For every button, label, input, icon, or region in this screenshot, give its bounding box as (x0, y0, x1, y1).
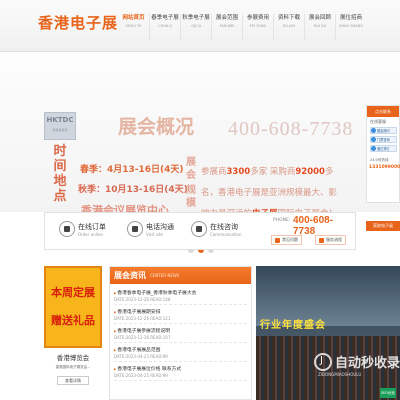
news-header: 展会资讯 CENTER NEWS (110, 267, 251, 284)
news-item: 香港电子展参展流程说明DATE:2023-12-26 READ:107 (114, 324, 247, 343)
nav-item-review[interactable]: 展会回顾 HUI GU (304, 14, 335, 40)
panel-label: 在线客服 (370, 119, 386, 124)
hotline-number: 13310990000 (369, 165, 400, 170)
phone-number: 400-608-7738 (293, 215, 334, 237)
order-icon (59, 221, 75, 237)
faq-button[interactable]: 常见问题 (271, 235, 302, 245)
nav-item-autumn-show[interactable]: 秋季电子展 QIU JI (180, 14, 211, 40)
page: 香港电子展 网站首页 SHOU YE 春季电子展 CHUN JI 秋季电子展 QIU … (0, 0, 400, 400)
promo-more-button[interactable]: 查看详情 (57, 376, 89, 385)
nav-item-spring-show[interactable]: 春季电子展 CHUN JI (149, 14, 180, 40)
qq-chat-button[interactable]: 展会顾问 (370, 127, 397, 134)
nav-item-booth-sales[interactable]: 展位招商 ZHAO SHANG (335, 14, 366, 40)
spring-dates: 春季：4月13-16日(4天) (80, 165, 184, 175)
get-exhibition-button[interactable]: 获取电子展 (366, 221, 400, 231)
hotline-label: 24小时热线 (370, 158, 389, 162)
promo-name: 香港博览会 (56, 354, 90, 362)
promo-line-1: 本周定展 (51, 286, 95, 299)
phone-icon (127, 221, 143, 237)
watermark: 自动秒收录 (314, 352, 400, 371)
phone-label: PHONE: (273, 218, 291, 223)
news-list: 香港春季电子展_香港秋季电子展大会DATE:2023-12-26 READ:14… (110, 284, 251, 383)
exhibition-photo[interactable]: 行业年度盛会 自动秒收录 ZIDONGMIAOSHOULU (256, 266, 400, 400)
phone-contact-link[interactable]: 电话沟通 Visit site (127, 221, 174, 237)
promo-line-2: 赠送礼品 (51, 314, 95, 327)
watermark-subtitle: ZIDONGMIAOSHOULU (318, 372, 362, 377)
nav-item-home[interactable]: 网站首页 SHOU YE (118, 14, 149, 40)
main-nav: 网站首页 SHOU YE 春季电子展 CHUN JI 秋季电子展 QIU JI 展会范… (118, 14, 366, 40)
news-title-en: CENTER NEWS (150, 273, 180, 278)
watermark-logo-icon (314, 352, 332, 371)
panel-header[interactable]: 点击联系 (367, 106, 399, 117)
hktdc-logo: HKTDC 香港贸发局 (44, 112, 76, 140)
banner-phone: 400-608-7738 (228, 118, 354, 140)
chat-icon (191, 221, 207, 237)
qq-icon (371, 137, 376, 142)
faq-icon (275, 237, 280, 243)
time-place-vertical-label: 时间地点 (53, 144, 67, 204)
service-flow-button[interactable]: 服务流程 (315, 235, 346, 245)
qq-chat-button[interactable]: 展位预订 (370, 145, 397, 152)
nav-item-scope[interactable]: 展会范围 FAN WEI (211, 14, 242, 40)
news-panel: 展会资讯 CENTER NEWS 香港春季电子展_香港秋季电子展大会DATE:2… (109, 266, 252, 400)
autumn-dates: 秋季：10月13-16日(4天) (78, 185, 188, 195)
nav-item-fees[interactable]: 参展费用 FEI YONG (242, 14, 273, 40)
news-item: 香港电子展展品范围DATE:2023-04-25 READ:99 (114, 343, 247, 362)
service-icon (319, 237, 324, 243)
qq-icon (371, 146, 376, 151)
news-item: 香港电子展展期安排DATE:2023-12-26 READ:121 (114, 305, 247, 324)
banner-title: 展会概况 (118, 116, 195, 138)
hero-banner[interactable]: HKTDC 香港贸发局 展会概况 400-608-7738 时间地点 春季：4月… (0, 52, 400, 253)
scale-vertical-label-a: 展会 (186, 157, 196, 181)
online-consult-link[interactable]: 在线咨询 Communication (191, 221, 242, 237)
promo-ad[interactable]: 本周定展 赠送礼品 (44, 266, 102, 348)
site-header: 香港电子展 网站首页 SHOU YE 春季电子展 CHUN JI 秋季电子展 QIU … (0, 0, 400, 52)
news-title: 展会资讯 (114, 271, 146, 280)
online-order-link[interactable]: 在线订单 Order online (59, 221, 106, 237)
promo-card: 本周定展 赠送礼品 香港博览会 香港国际电子展览会... 查看详情 (44, 266, 102, 400)
promo-description: 香港国际电子展览会... (55, 365, 91, 369)
scale-vertical-label-b: 规模 (186, 185, 196, 209)
news-item: 香港电子展展位价格 联系方式DATE:2023-04-25 READ:99 (114, 362, 247, 381)
photo-sign-text: 行业年度盛会 (260, 320, 326, 331)
contact-bar: 在线订单 Order online 电话沟通 Visit site 在线咨询 Comm… (44, 212, 356, 250)
nav-item-downloads[interactable]: 资料下载 ZI LIAO (273, 14, 304, 40)
floating-contact-panel: 点击联系 在线客服 展会顾问 门票咨询 展位预订 24小时热线 13310990… (366, 105, 400, 203)
qq-icon (371, 128, 376, 133)
site-logo[interactable]: 香港电子展 (38, 12, 118, 33)
qq-chat-button[interactable]: 门票咨询 (370, 136, 397, 143)
news-item: 香港春季电子展_香港秋季电子展大会DATE:2023-12-26 READ:14… (114, 286, 247, 305)
seo-badge: SEO优化 (380, 388, 396, 398)
